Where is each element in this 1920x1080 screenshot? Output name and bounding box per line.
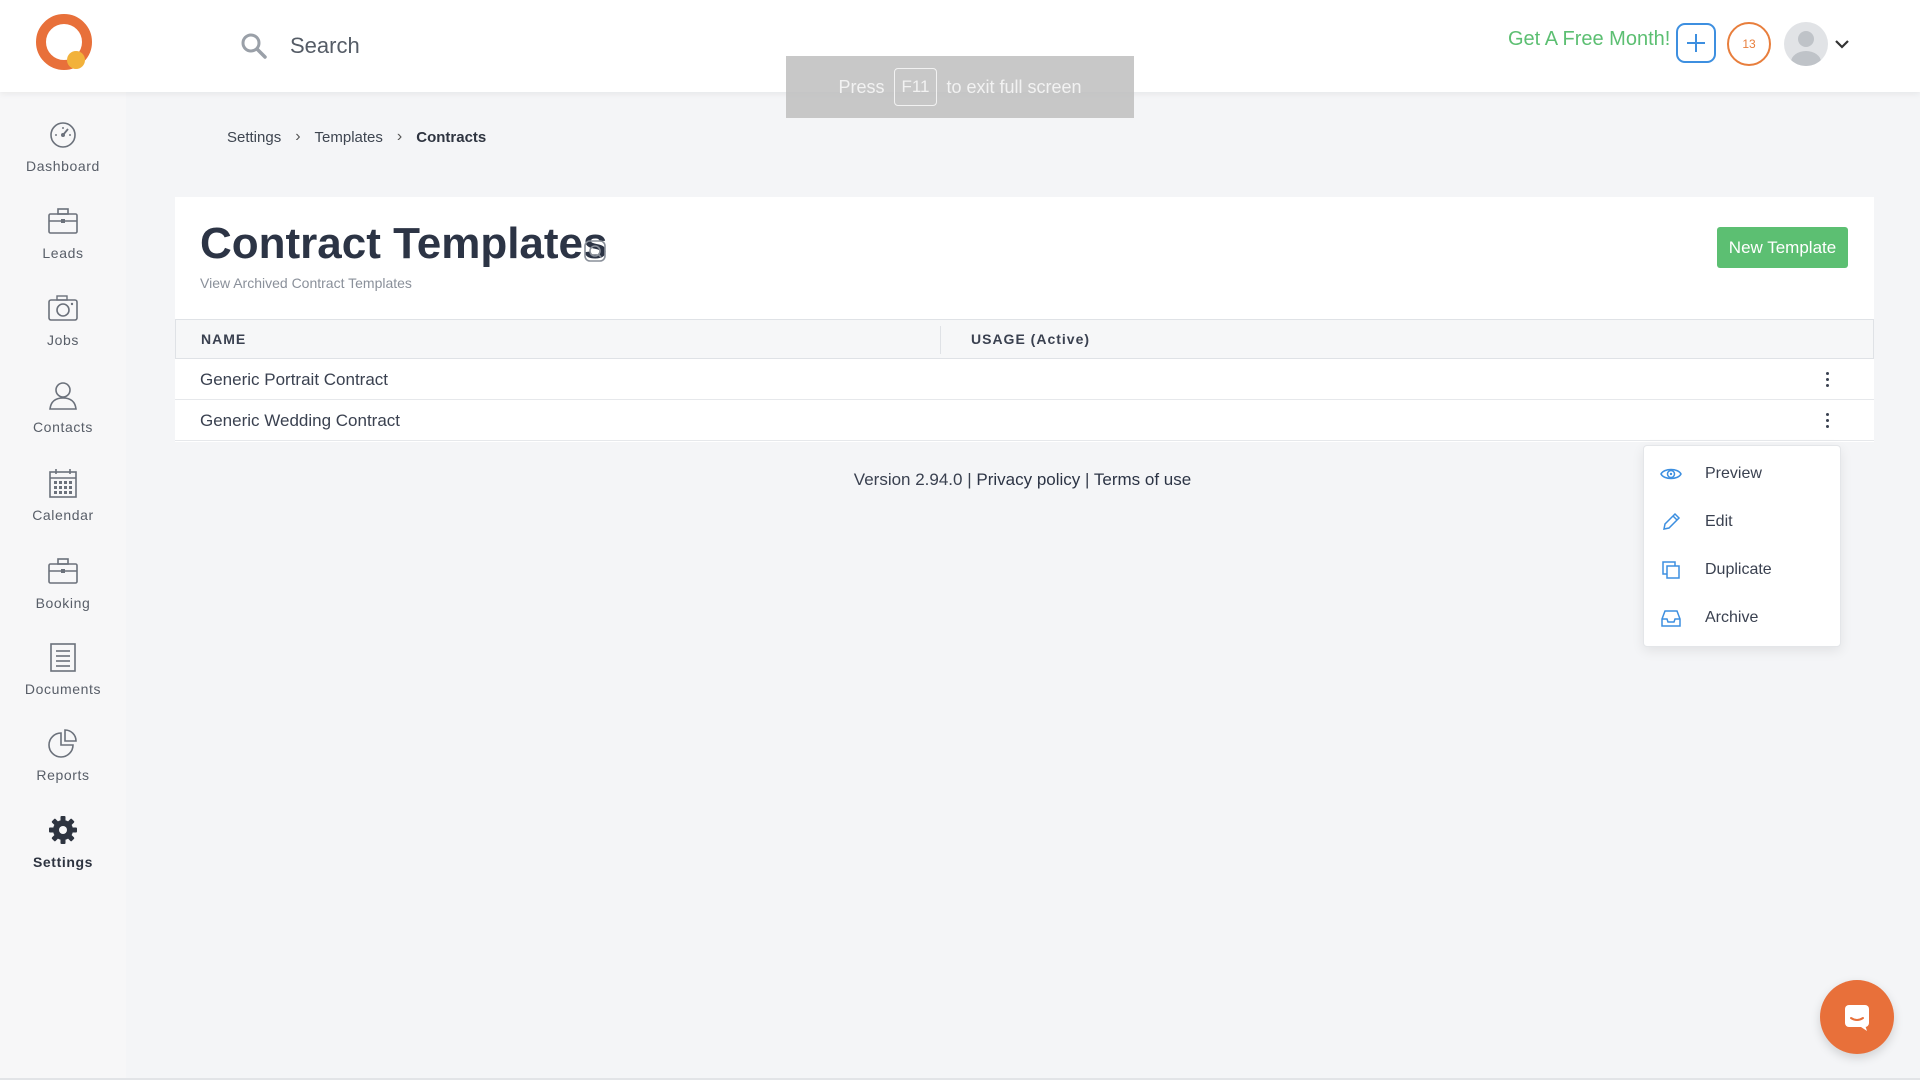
breadcrumb-settings[interactable]: Settings: [227, 129, 281, 146]
sidebar-item-label: Leads: [42, 245, 84, 261]
sidebar-item-contacts[interactable]: Contacts: [0, 379, 126, 459]
sidebar-item-label: Calendar: [32, 507, 94, 523]
more-options-icon[interactable]: [1815, 367, 1839, 391]
breadcrumb-contracts: Contracts: [416, 128, 487, 146]
new-template-button[interactable]: New Template: [1717, 227, 1848, 268]
table-header: NAME USAGE (Active): [175, 319, 1874, 359]
sidebar-item-dashboard[interactable]: Dashboard: [0, 118, 126, 198]
fullscreen-press-text: Press: [838, 76, 885, 97]
briefcase-icon: [48, 208, 78, 234]
fullscreen-message: to exit full screen: [946, 76, 1082, 97]
column-header-usage[interactable]: USAGE (Active): [971, 331, 1090, 347]
help-icon[interactable]: [583, 239, 607, 263]
chevron-down-icon[interactable]: [1832, 34, 1852, 54]
sidebar-item-documents[interactable]: Documents: [0, 641, 126, 721]
chat-icon: [1845, 1005, 1869, 1031]
column-header-name[interactable]: NAME: [201, 331, 246, 347]
menu-item-label: Edit: [1705, 513, 1733, 530]
terms-of-use-link[interactable]: Terms of use: [1094, 470, 1191, 489]
version-text: Version 2.94.0 |: [853, 470, 972, 489]
free-month-link[interactable]: Get A Free Month!: [1508, 28, 1670, 51]
pencil-icon: [1663, 512, 1681, 530]
sidebar-item-label: Contacts: [32, 419, 94, 435]
menu-item-label: Preview: [1705, 465, 1762, 482]
user-avatar-icon: [1791, 31, 1821, 66]
sidebar: Dashboard Leads Jobs Contacts Calendar B…: [0, 92, 126, 1080]
breadcrumb-separator: ›: [295, 128, 301, 145]
more-options-icon[interactable]: [1815, 408, 1839, 432]
menu-item-edit[interactable]: Edit: [1644, 502, 1842, 542]
fullscreen-notice: Press F11 to exit full screen: [786, 56, 1134, 118]
sidebar-item-label: Reports: [36, 767, 90, 783]
column-divider: [940, 326, 941, 354]
camera-icon: [48, 295, 78, 321]
gear-icon: [49, 816, 77, 844]
menu-item-preview[interactable]: Preview: [1644, 454, 1842, 494]
page-title: Contract Templates: [200, 219, 608, 268]
footer: Version 2.94.0 | Privacy policy | Terms …: [0, 470, 1920, 490]
footer-divider: |: [1085, 470, 1090, 489]
pie-chart-icon: [48, 729, 77, 758]
avatar[interactable]: [1784, 22, 1828, 66]
templates-table: NAME USAGE (Active) Generic Portrait Con…: [175, 319, 1874, 441]
row-actions-menu: Preview Edit Duplicate Archive: [1643, 445, 1841, 647]
notification-badge[interactable]: 13: [1727, 22, 1771, 66]
template-name[interactable]: Generic Portrait Contract: [200, 370, 388, 390]
sidebar-item-jobs[interactable]: Jobs: [0, 292, 126, 372]
template-name[interactable]: Generic Wedding Contract: [200, 411, 400, 431]
chat-button[interactable]: [1820, 980, 1894, 1054]
view-archived-link[interactable]: View Archived Contract Templates: [200, 275, 412, 291]
archive-icon: [1661, 610, 1681, 627]
sidebar-item-label: Dashboard: [26, 158, 100, 174]
sidebar-item-label: Booking: [35, 595, 91, 611]
plus-icon: [1687, 34, 1705, 52]
search-input[interactable]: [290, 28, 710, 64]
templates-card: Contract Templates View Archived Contrac…: [175, 197, 1874, 442]
document-icon: [50, 643, 76, 672]
eye-icon: [1660, 468, 1682, 480]
sidebar-item-label: Documents: [24, 681, 102, 697]
sidebar-item-label: Jobs: [47, 332, 79, 348]
menu-item-duplicate[interactable]: Duplicate: [1644, 550, 1842, 590]
person-icon: [49, 382, 77, 410]
breadcrumb-templates[interactable]: Templates: [315, 129, 383, 146]
breadcrumb-separator: ›: [396, 128, 403, 145]
sidebar-item-settings[interactable]: Settings: [0, 814, 126, 894]
table-row[interactable]: Generic Portrait Contract: [175, 359, 1874, 400]
briefcase-icon: [48, 558, 78, 584]
privacy-policy-link[interactable]: Privacy policy: [976, 470, 1080, 489]
sidebar-item-booking[interactable]: Booking: [0, 555, 126, 635]
copy-icon: [1662, 561, 1680, 579]
sidebar-item-reports[interactable]: Reports: [0, 727, 126, 807]
breadcrumb: Settings › Templates › Contracts: [227, 128, 486, 146]
sidebar-item-label: Settings: [32, 854, 94, 870]
table-row[interactable]: Generic Wedding Contract: [175, 400, 1874, 441]
app-logo[interactable]: [34, 12, 98, 76]
menu-item-label: Duplicate: [1705, 561, 1772, 578]
fullscreen-key: F11: [894, 68, 937, 106]
sidebar-item-leads[interactable]: Leads: [0, 205, 126, 285]
menu-item-archive[interactable]: Archive: [1644, 598, 1842, 638]
search-icon[interactable]: [240, 32, 268, 60]
dashboard-icon: [50, 122, 76, 148]
menu-item-label: Archive: [1705, 609, 1759, 626]
add-button[interactable]: [1676, 23, 1716, 63]
